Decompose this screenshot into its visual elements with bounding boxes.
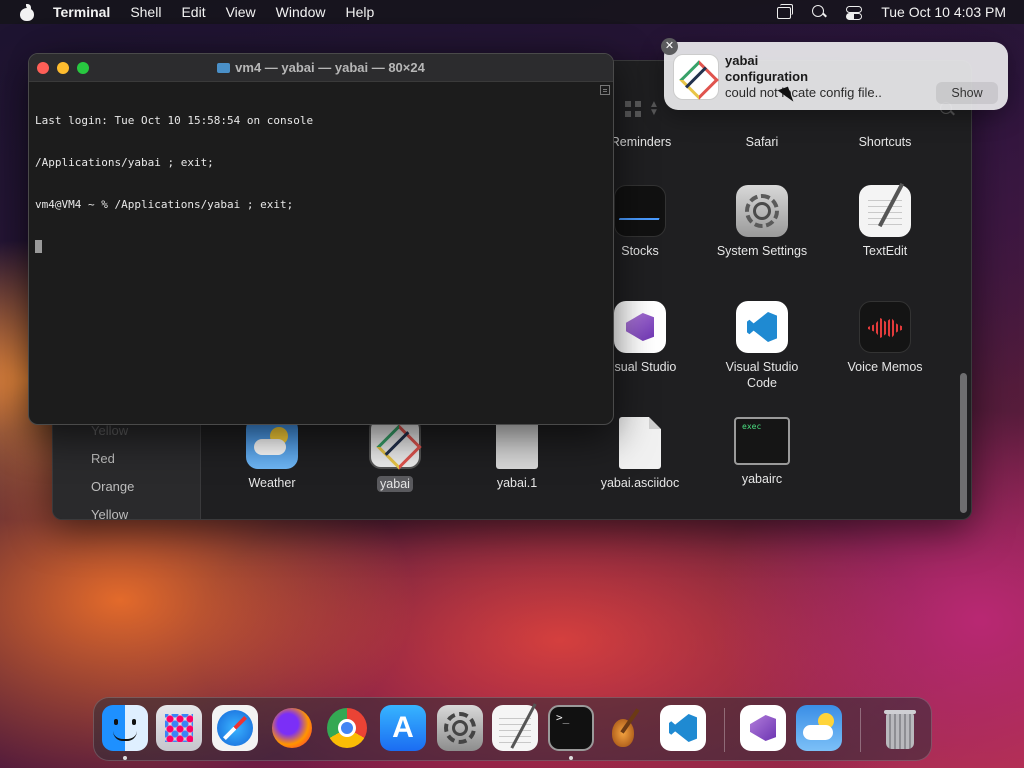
vscode-icon [736, 301, 788, 353]
menu-view[interactable]: View [226, 4, 256, 20]
dock-app-store-icon[interactable] [380, 705, 426, 751]
dock-terminal-icon[interactable]: >_ [548, 705, 594, 751]
exec-label: exec [742, 422, 762, 431]
menu-help[interactable]: Help [345, 4, 374, 20]
menu-window[interactable]: Window [276, 4, 326, 20]
finder-item-label: Visual Studio [725, 360, 799, 374]
menu-app-terminal[interactable]: Terminal [53, 4, 110, 20]
finder-item-safari[interactable]: Safari [702, 134, 822, 150]
exec-file-icon: exec [734, 417, 790, 465]
dock-chrome-icon[interactable] [324, 705, 370, 751]
screen-mirroring-icon[interactable] [775, 4, 794, 20]
voice-memos-icon [859, 301, 911, 353]
finder-item-weather[interactable]: Weather [212, 417, 332, 491]
terminal-cursor-line [35, 240, 597, 254]
finder-item-shortcuts[interactable]: Shortcuts [825, 134, 945, 150]
finder-item-yabai[interactable]: yabai [335, 417, 455, 493]
finder-item-label-line2: Code [747, 376, 777, 390]
finder-item-label: yabai.1 [496, 476, 538, 490]
menu-bar: Terminal Shell Edit View Window Help Tue… [0, 0, 1024, 24]
terminal-title-text: vm4 — yabai — yabai — 80×24 [235, 60, 425, 75]
notification-body: could not locate config file.. [725, 85, 882, 100]
finder-item-label: Shortcuts [858, 135, 912, 149]
dock-safari-icon[interactable] [212, 705, 258, 751]
finder-item-label: Safari [745, 135, 779, 149]
stocks-icon [614, 185, 666, 237]
document-icon [619, 417, 661, 469]
finder-item-label: Voice Memos [847, 360, 923, 374]
terminal-output[interactable]: Last login: Tue Oct 10 15:58:54 on conso… [35, 86, 597, 282]
mouse-pointer-icon [780, 88, 792, 106]
notification-show-button[interactable]: Show [936, 82, 998, 104]
terminal-line: vm4@VM4 ~ % /Applications/yabai ; exit; [35, 198, 294, 211]
sidebar-tag-yellow[interactable]: Yellow [91, 507, 128, 519]
menu-bar-status: Tue Oct 10 4:03 PM [758, 0, 1006, 24]
finder-item-textedit[interactable]: TextEdit [825, 185, 945, 259]
finder-item-yabairc[interactable]: exec yabairc [702, 417, 822, 487]
dock-garageband-icon[interactable] [604, 705, 650, 751]
finder-item-yabai-1[interactable]: yabai.1 [457, 417, 577, 491]
finder-item-label: yabai.asciidoc [600, 476, 680, 490]
dock-firefox-icon[interactable] [269, 705, 315, 751]
apple-menu-icon[interactable] [19, 3, 35, 21]
system-settings-icon [736, 185, 788, 237]
finder-item-label-selected: yabai [377, 476, 413, 492]
dock-vscode-icon[interactable] [660, 705, 706, 751]
dock-visual-studio-icon[interactable] [740, 705, 786, 751]
dock: >_ [93, 697, 932, 761]
menu-bar-clock[interactable]: Tue Oct 10 4:03 PM [881, 4, 1006, 20]
terminal-title: vm4 — yabai — yabai — 80×24 [29, 60, 613, 75]
view-options-chevron-icon[interactable]: ▲ ▼ [649, 100, 667, 118]
notification-subtitle: configuration [725, 69, 809, 84]
finder-scrollbar-thumb[interactable] [960, 373, 967, 513]
yabai-app-icon [673, 54, 719, 100]
notification-close-button[interactable]: ✕ [661, 38, 678, 55]
dock-running-indicator [569, 756, 573, 760]
finder-item-system-settings[interactable]: System Settings [702, 185, 822, 259]
terminal-prompt-glyph: >_ [556, 711, 570, 724]
visual-studio-icon [614, 301, 666, 353]
menu-edit[interactable]: Edit [181, 4, 205, 20]
dock-finder-icon[interactable] [102, 705, 148, 751]
terminal-scroll-icon[interactable] [600, 85, 610, 95]
dock-trash-icon[interactable] [877, 705, 923, 751]
sidebar-tag-red[interactable]: Red [91, 451, 115, 466]
finder-item-yabai-asciidoc[interactable]: yabai.asciidoc [580, 417, 700, 491]
dock-weather-icon[interactable] [796, 705, 842, 751]
terminal-line: /Applications/yabai ; exit; [35, 156, 214, 169]
dock-launchpad-icon[interactable] [156, 705, 202, 751]
folder-icon [217, 63, 231, 73]
control-center-icon[interactable] [845, 4, 863, 20]
terminal-titlebar[interactable]: vm4 — yabai — yabai — 80×24 [29, 54, 613, 82]
dock-system-settings-icon[interactable] [437, 705, 483, 751]
terminal-line: Last login: Tue Oct 10 15:58:54 on conso… [35, 114, 314, 127]
terminal-window[interactable]: vm4 — yabai — yabai — 80×24 Last login: … [28, 53, 614, 425]
finder-item-voice-memos[interactable]: Voice Memos [825, 301, 945, 375]
finder-item-vscode[interactable]: Visual Studio Code [702, 301, 822, 391]
dock-separator [724, 708, 725, 752]
finder-item-label: TextEdit [862, 244, 908, 258]
finder-item-label: Weather [248, 476, 296, 490]
dock-running-indicator [123, 756, 127, 760]
dock-textedit-icon[interactable] [492, 705, 538, 751]
terminal-cursor [35, 240, 42, 253]
textedit-icon [859, 185, 911, 237]
sidebar-tag-yellow-top[interactable]: Yellow [91, 423, 128, 438]
finder-item-label: yabairc [741, 472, 783, 486]
search-icon[interactable] [810, 4, 828, 20]
sidebar-tag-orange[interactable]: Orange [91, 479, 134, 494]
view-grid-icon[interactable] [625, 101, 643, 117]
menu-shell[interactable]: Shell [130, 4, 161, 20]
notification-title: yabai [725, 53, 759, 68]
dock-separator [860, 708, 861, 752]
notification-banner[interactable]: ✕ yabai configuration could not locate c… [661, 38, 1008, 110]
finder-item-label: System Settings [716, 244, 808, 258]
